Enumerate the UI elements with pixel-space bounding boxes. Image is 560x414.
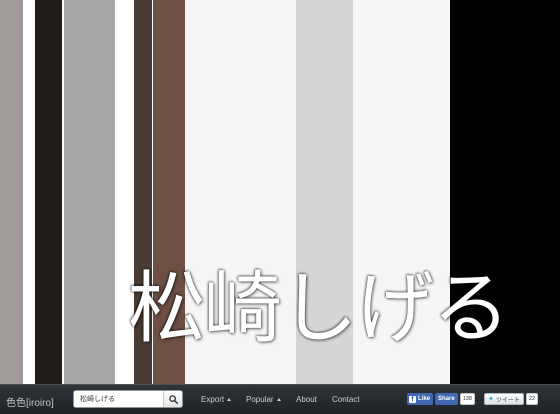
facebook-widget: f Like Share 138 [407,393,475,405]
palette-title: 松崎しげる [128,264,510,354]
facebook-like-button[interactable]: f Like [407,393,434,405]
tweet-label: ツイート [495,397,520,404]
search-icon [168,394,178,404]
twitter-bird-icon: ✦ [488,396,494,403]
contact-link[interactable]: Contact [332,395,360,404]
color-stripe[interactable] [35,0,62,384]
color-stripe[interactable] [64,0,115,384]
popular-menu[interactable]: Popular [246,395,281,404]
export-menu-label: Export [201,395,225,404]
color-stripe[interactable] [0,0,23,384]
caret-up-icon [227,398,232,401]
search-input[interactable] [74,391,163,407]
twitter-widget: ✦ ツイート 22 [484,393,539,405]
caret-up-icon [276,398,281,401]
facebook-share-button[interactable]: Share [435,393,458,405]
search-button[interactable] [163,391,182,407]
color-stripe[interactable] [23,0,35,384]
popular-menu-label: Popular [246,395,274,404]
like-label: Like [418,396,431,402]
tweet-count: 22 [525,393,539,405]
facebook-icon: f [409,395,416,403]
about-link[interactable]: About [296,395,317,404]
bottom-navbar: 色色[iroiro] Export Popular About Contact … [0,384,560,414]
site-logo[interactable]: 色色[iroiro] [6,394,54,409]
search-form [73,390,183,408]
tweet-button[interactable]: ✦ ツイート [484,393,524,405]
export-menu[interactable]: Export [201,395,232,404]
share-count: 138 [459,393,475,405]
